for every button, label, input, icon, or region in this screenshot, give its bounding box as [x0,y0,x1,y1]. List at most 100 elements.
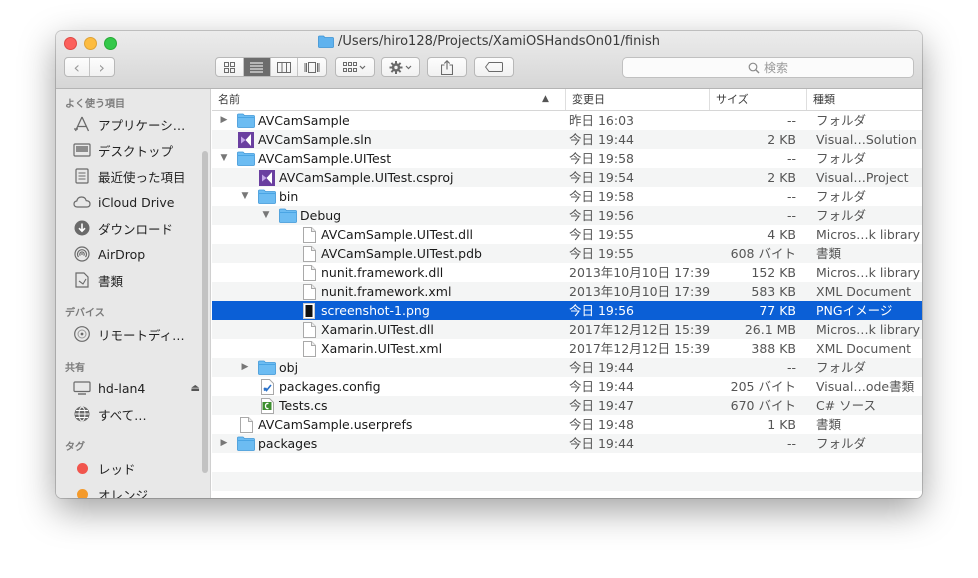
table-row[interactable]: Xamarin.UITest.xml 2017年12月12日 15:39 388 K… [212,339,922,358]
sidebar-item-tag-orange[interactable]: オレンジ [72,483,204,498]
sidebar-item-documents[interactable]: 書類 [72,269,204,291]
file-size: 1 KB [767,417,796,432]
column-view-button[interactable] [271,58,298,76]
file-size: -- [786,151,796,166]
file-size: -- [786,360,796,375]
disclosure-expanded-icon[interactable]: ▼ [239,187,251,206]
sidebar-scrollbar[interactable] [202,151,208,473]
disclosure-expanded-icon[interactable]: ▼ [260,206,272,225]
column-header-size[interactable]: サイズ [709,89,806,110]
file-kind: Micros…k library [816,322,921,337]
list-view-button[interactable] [243,58,271,76]
back-button[interactable]: ‹ [65,58,90,76]
list-view-icon [250,62,264,72]
table-row[interactable]: ▼ bin 今日 19:58 -- フォルダ [212,187,922,206]
disclosure-collapsed-icon[interactable]: ▶ [239,358,251,377]
file-name: Tests.cs [279,398,328,413]
cloud-icon [72,192,92,212]
file-kind: Visual…Solution [816,132,917,147]
group-by-button[interactable] [335,57,375,77]
table-row[interactable]: ▼ AVCamSample.UITest 今日 19:58 -- フォルダ [212,149,922,168]
column-header: 名前 ▲ 変更日 サイズ 種類 [212,89,922,111]
file-name: bin [279,189,299,204]
share-icon [441,59,453,75]
file-name: nunit.framework.dll [321,265,444,280]
window-title: /Users/hiro128/Projects/XamiOSHandsOn01/… [56,34,922,52]
file-date: 今日 19:58 [569,151,634,166]
network-icon [72,404,92,424]
table-row[interactable]: nunit.framework.dll 2013年10月10日 17:39 152 … [212,263,922,282]
document-icon [300,340,318,357]
file-kind: XML Document [816,341,912,356]
file-kind: C# ソース [816,398,877,413]
file-date: 今日 19:55 [569,227,634,242]
disclosure-expanded-icon[interactable]: ▼ [218,149,230,168]
file-name: Xamarin.UITest.dll [321,322,434,337]
file-kind: フォルダ [816,189,867,204]
file-date: 今日 19:44 [569,436,634,451]
icon-view-button[interactable] [216,58,244,76]
group-icon [343,61,366,72]
table-row[interactable]: ▶ packages 今日 19:44 -- フォルダ [212,434,922,453]
table-row[interactable]: nunit.framework.xml 2013年10月10日 17:39 583 … [212,282,922,301]
sidebar: よく使う項目 アプリケーシ… デスクトップ 最近使った項目 iCloud Dri… [56,89,211,498]
action-button[interactable] [381,57,420,77]
column-name-label: 名前 [218,93,240,106]
document-icon [300,264,318,281]
back-label: ‹ [73,57,80,77]
sidebar-item-remote-disc[interactable]: リモートディ… [72,323,204,345]
tags-button[interactable] [474,57,514,77]
sidebar-item-hd-lan4[interactable]: hd-lan4 [72,377,204,399]
sidebar-item-tag-red[interactable]: レッド [72,457,204,479]
table-row[interactable]: AVCamSample.userprefs 今日 19:48 1 KB 書類 [212,415,922,434]
table-row[interactable]: ▶ obj 今日 19:44 -- フォルダ [212,358,922,377]
table-row[interactable]: ▶ AVCamSample 昨日 16:03 -- フォルダ [212,111,922,130]
sidebar-item-label: 最近使った項目 [98,169,186,185]
file-kind: PNGイメージ [816,303,893,318]
sidebar-item-recents[interactable]: 最近使った項目 [72,165,204,187]
column-header-date[interactable]: 変更日 [565,89,709,110]
file-date: 今日 19:56 [569,208,634,223]
table-row[interactable]: screenshot-1.png 今日 19:56 77 KB PNGイメージ [212,301,922,320]
sidebar-item-desktop[interactable]: デスクトップ [72,139,204,161]
sidebar-item-label: デスクトップ [98,143,174,159]
file-size: 152 KB [751,265,796,280]
column-header-kind[interactable]: 種類 [806,89,922,110]
search-field[interactable]: 検索 [622,57,914,78]
table-row[interactable]: Tests.cs 今日 19:47 670 バイト C# ソース [212,396,922,415]
table-row[interactable]: packages.config 今日 19:44 205 バイト Visual…ode… [212,377,922,396]
table-row[interactable]: AVCamSample.UITest.dll 今日 19:55 4 KB Micros… [212,225,922,244]
sidebar-item-downloads[interactable]: ダウンロード [72,217,204,239]
tag-color-dot-icon [72,458,92,478]
sidebar-item-icloud[interactable]: iCloud Drive [72,191,204,213]
sidebar-item-airdrop[interactable]: AirDrop [72,243,204,265]
file-date: 今日 19:48 [569,417,634,432]
file-size: 583 KB [751,284,796,299]
share-button[interactable] [427,57,467,77]
table-row[interactable]: AVCamSample.UITest.csproj 今日 19:54 2 KB Vis… [212,168,922,187]
table-row[interactable]: ▼ Debug 今日 19:56 -- フォルダ [212,206,922,225]
sidebar-item-label: レッド [98,461,136,477]
document-icon [300,226,318,243]
sidebar-item-all-shared[interactable]: すべて… [72,403,204,425]
tag-icon [485,62,503,72]
table-row[interactable]: AVCamSample.UITest.pdb 今日 19:55 608 バイト 書類 [212,244,922,263]
shared-header: 共有 [65,363,85,374]
disclosure-collapsed-icon[interactable]: ▶ [218,111,230,130]
column-size-label: サイズ [716,93,749,106]
search-icon [748,62,760,73]
column-header-name[interactable]: 名前 [212,89,565,110]
sort-ascending-icon: ▲ [542,94,549,104]
table-row[interactable]: AVCamSample.sln 今日 19:44 2 KB Visual…Soluti… [212,130,922,149]
file-date: 2017年12月12日 15:39 [569,322,711,337]
forward-button[interactable]: › [90,58,114,76]
sidebar-item-applications[interactable]: アプリケーシ… [72,113,204,135]
gallery-view-icon [304,61,320,73]
file-name: Xamarin.UITest.xml [321,341,443,356]
table-row[interactable]: Xamarin.UITest.dll 2017年12月12日 15:39 26.1 … [212,320,922,339]
folder-icon [258,359,276,376]
eject-icon[interactable]: ⏏ [191,383,200,394]
gallery-view-button[interactable] [298,58,326,76]
file-name: screenshot-1.png [321,303,430,318]
disclosure-collapsed-icon[interactable]: ▶ [218,434,230,453]
